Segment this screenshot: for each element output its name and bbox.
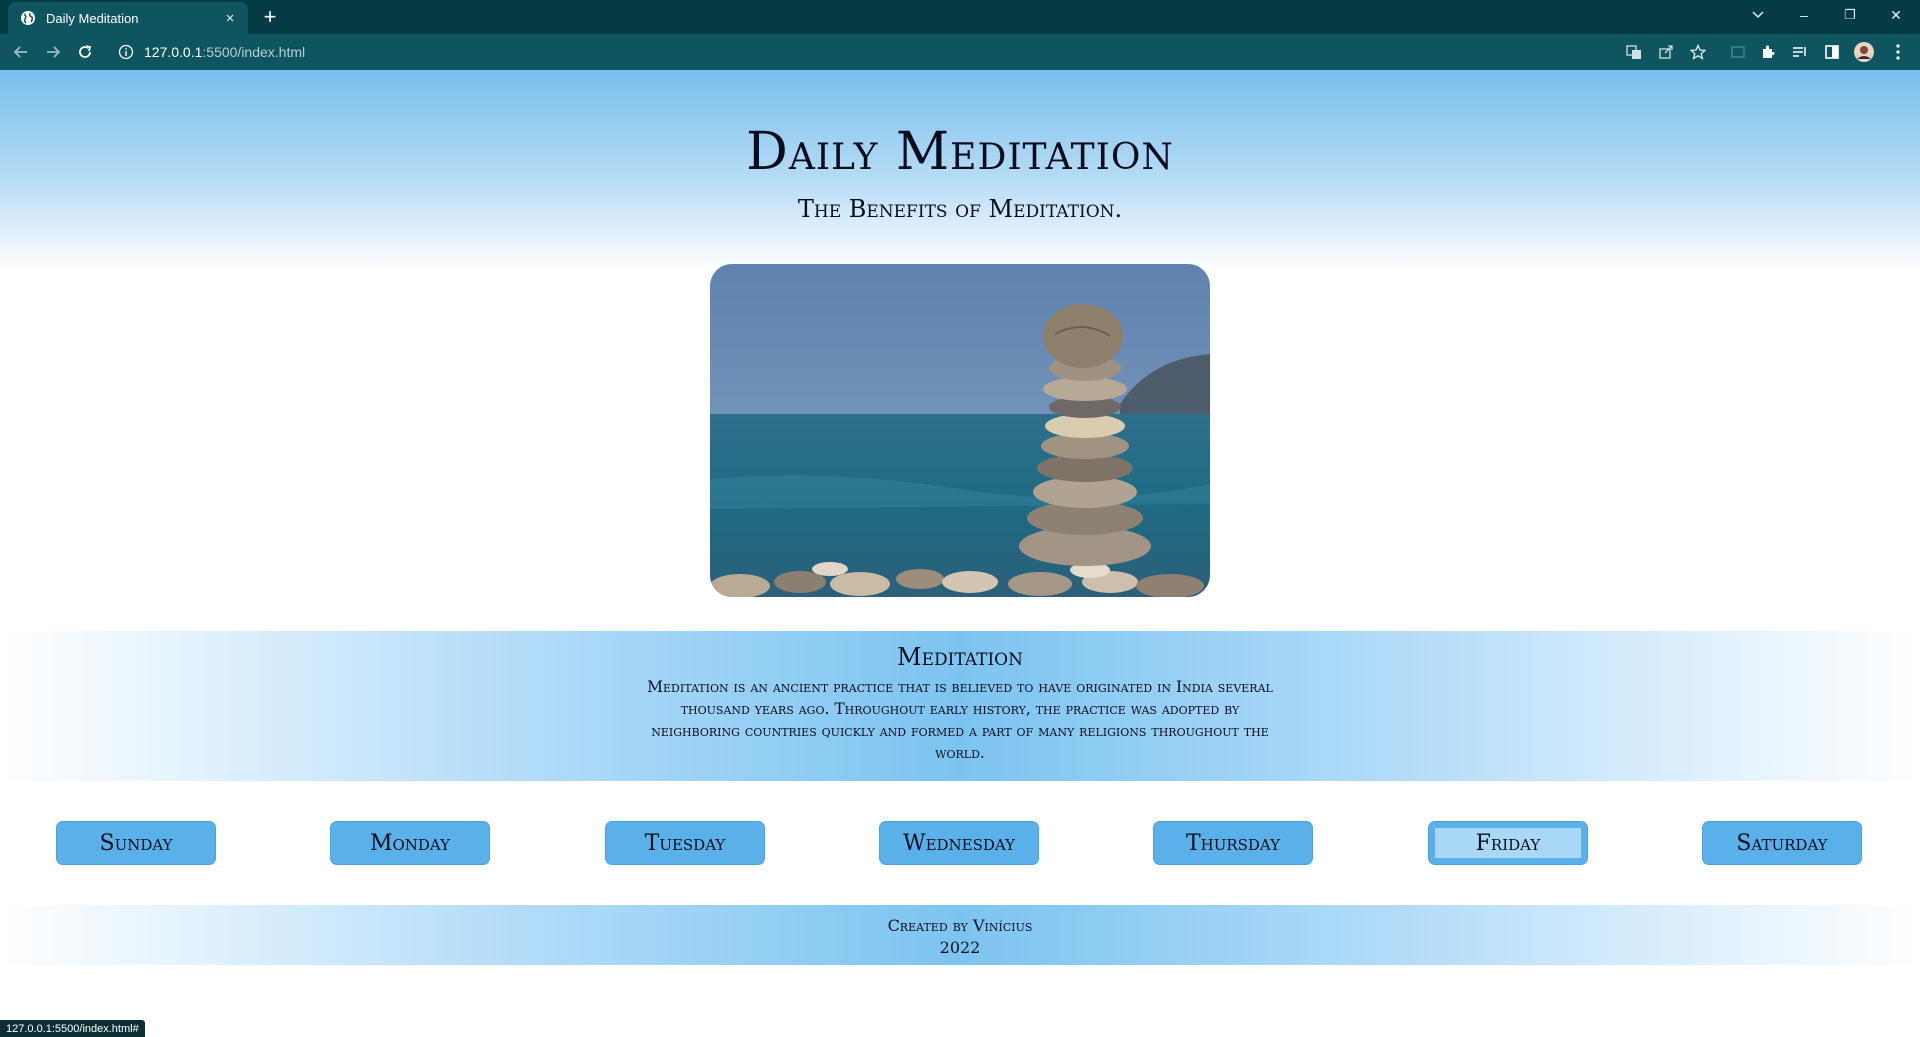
window-close-button[interactable]: ✕ [1876,0,1916,30]
url-host: 127.0.0.1 [144,44,203,60]
footer-year: 2022 [939,938,981,957]
share-icon[interactable] [1656,42,1676,62]
page-title: Daily Meditation [746,122,1174,182]
day-button-wednesday[interactable]: Wednesday [879,821,1039,865]
day-button-tuesday[interactable]: Tuesday [605,821,765,865]
day-button-saturday[interactable]: Saturday [1702,821,1862,865]
about-text: Meditation is an ancient practice that i… [647,678,1273,762]
star-icon[interactable] [1688,42,1708,62]
reading-list-icon[interactable] [1790,42,1810,62]
translate-icon[interactable] [1624,42,1644,62]
profile-avatar[interactable] [1854,42,1874,62]
day-button-monday[interactable]: Monday [330,821,490,865]
status-bar-url: 127.0.0.1:5500/index.html# [0,1020,145,1037]
url-path: :5500/index.html [202,44,306,60]
info-icon[interactable] [118,44,134,60]
day-buttons-row: Sunday Monday Tuesday Wednesday Thursday… [0,821,1920,867]
forward-arrow-icon[interactable] [42,41,64,63]
screen-capture-icon[interactable] [1728,42,1748,62]
meditation-stone-stack-image [710,264,1210,597]
browser-tab-strip: Daily Meditation × + – ❐ ✕ [0,0,1920,34]
minimize-button[interactable]: – [1784,0,1824,30]
day-button-thursday[interactable]: Thursday [1153,821,1313,865]
reload-icon[interactable] [74,41,96,63]
restore-button[interactable]: ❐ [1830,0,1870,30]
side-panel-icon[interactable] [1822,42,1842,62]
new-tab-button[interactable]: + [259,4,281,29]
header-hero: Daily Meditation The Benefits of Meditat… [0,70,1920,270]
day-button-friday[interactable]: Friday [1428,821,1588,865]
globe-favicon-icon [20,10,36,26]
tab-title: Daily Meditation [46,10,139,26]
about-section: Meditation Meditation is an ancient prac… [0,631,1920,781]
page-viewport: Daily Meditation The Benefits of Meditat… [0,70,1920,1037]
extensions-icon[interactable] [1758,42,1778,62]
tab-close-icon[interactable]: × [222,10,238,27]
day-button-sunday[interactable]: Sunday [56,821,216,865]
page-subtitle: The Benefits of Meditation. [797,195,1123,223]
address-bar[interactable]: 127.0.0.1:5500/index.html [108,38,1808,66]
stone-stack-illustration [710,264,1210,597]
footer-text: Created by Vinícius 2022 [0,915,1920,959]
footer: Created by Vinícius 2022 [0,905,1920,965]
menu-kebab-icon[interactable] [1888,42,1908,62]
footer-credit: Created by Vinícius [887,916,1033,935]
tab-search-icon[interactable] [1738,0,1778,30]
browser-tab[interactable]: Daily Meditation × [8,2,248,34]
browser-toolbar: 127.0.0.1:5500/index.html [0,34,1920,70]
about-heading: Meditation [897,643,1023,671]
back-arrow-icon[interactable] [10,41,32,63]
